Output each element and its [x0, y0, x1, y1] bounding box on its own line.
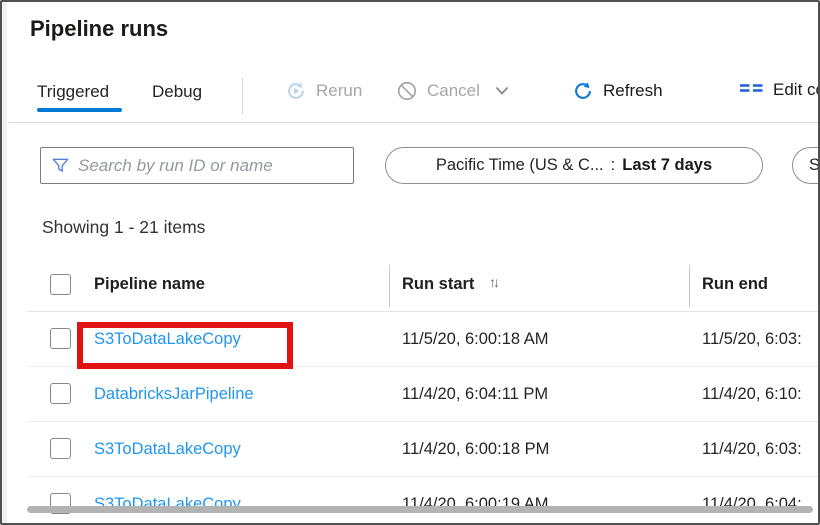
row-checkbox[interactable] [50, 383, 71, 404]
column-header-run-end[interactable]: Run end [702, 275, 768, 294]
cancel-icon [396, 80, 418, 102]
pill-separator: : [611, 156, 616, 175]
table-row: S3ToDataLakeCopy 11/4/20, 6:00:19 AM 11/… [2, 477, 818, 525]
toolbar-divider [242, 78, 243, 114]
table-row: S3ToDataLakeCopy 11/5/20, 6:00:18 AM 11/… [2, 312, 818, 367]
page-title: Pipeline runs [30, 16, 168, 42]
edit-columns-icon [739, 80, 764, 100]
run-start-cell: 11/4/20, 6:04:11 PM [402, 385, 548, 404]
toolbar-separator [9, 122, 818, 123]
active-tab-indicator [37, 108, 122, 112]
column-divider [689, 265, 690, 307]
cancel-label: Cancel [427, 81, 480, 101]
run-end-cell: 11/5/20, 6:03: [702, 330, 802, 349]
row-checkbox[interactable] [50, 438, 71, 459]
row-checkbox[interactable] [50, 328, 71, 349]
pipeline-runs-page: Pipeline runs Triggered Debug Rerun [0, 0, 820, 525]
refresh-icon [572, 80, 594, 102]
time-range-filter-pill[interactable]: Pacific Time (US & C... : Last 7 days [385, 147, 763, 184]
rerun-label: Rerun [316, 81, 362, 101]
pipeline-name-link[interactable]: S3ToDataLakeCopy [94, 440, 241, 459]
status-pill-label: S [809, 156, 820, 175]
chevron-down-icon [495, 86, 509, 96]
tab-toolbar-row: Triggered Debug Rerun Cancel [2, 78, 818, 122]
table-row: DatabricksJarPipeline 11/4/20, 6:04:11 P… [2, 367, 818, 422]
cancel-button[interactable]: Cancel [396, 80, 509, 102]
pipeline-name-link[interactable]: DatabricksJarPipeline [94, 385, 254, 404]
run-end-cell: 11/4/20, 6:10: [702, 385, 802, 404]
refresh-label: Refresh [603, 81, 663, 101]
refresh-button[interactable]: Refresh [572, 80, 663, 102]
pipeline-name-link[interactable]: S3ToDataLakeCopy [94, 330, 241, 349]
rerun-icon [285, 80, 307, 102]
run-end-cell: 11/4/20, 6:03: [702, 440, 802, 459]
edit-columns-label: Edit col [773, 80, 820, 100]
rerun-button[interactable]: Rerun [285, 80, 362, 102]
table-row: S3ToDataLakeCopy 11/4/20, 6:00:18 PM 11/… [2, 422, 818, 477]
time-range-value: Last 7 days [622, 156, 712, 175]
column-header-run-start[interactable]: Run start [402, 275, 474, 294]
table-header: Pipeline name Run start ↑↓ Run end [2, 257, 818, 312]
edit-columns-button[interactable]: Edit col [739, 80, 820, 100]
search-input[interactable] [78, 156, 343, 176]
sort-icon[interactable]: ↑↓ [489, 274, 497, 290]
items-count-summary: Showing 1 - 21 items [42, 217, 205, 238]
status-filter-pill[interactable]: S [792, 147, 820, 184]
tab-debug[interactable]: Debug [152, 82, 202, 102]
horizontal-scrollbar[interactable] [27, 506, 813, 513]
search-box[interactable] [40, 147, 354, 184]
column-divider [389, 265, 390, 307]
run-start-cell: 11/4/20, 6:00:18 PM [402, 440, 549, 459]
column-header-pipeline-name[interactable]: Pipeline name [94, 275, 205, 294]
filter-funnel-icon [51, 156, 70, 175]
select-all-checkbox[interactable] [50, 274, 71, 295]
timezone-label: Pacific Time (US & C... [436, 156, 604, 175]
run-start-cell: 11/5/20, 6:00:18 AM [402, 330, 548, 349]
tab-triggered[interactable]: Triggered [37, 82, 109, 102]
